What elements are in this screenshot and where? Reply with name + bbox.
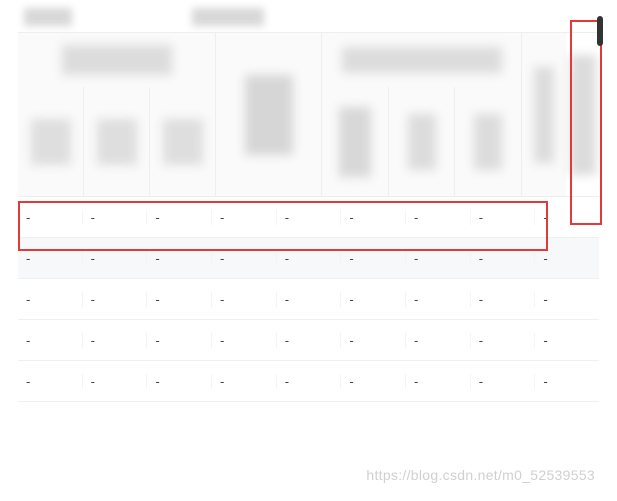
- col-header: [163, 119, 203, 165]
- table-cell: -: [535, 333, 599, 348]
- table-cell: -: [535, 374, 599, 389]
- table-row[interactable]: ---------: [18, 361, 599, 402]
- table-cell: -: [471, 251, 536, 266]
- table-cell: -: [341, 251, 406, 266]
- col-header-single: [245, 75, 293, 155]
- data-table: ----------------------------------------…: [18, 32, 599, 402]
- table-cell: -: [147, 251, 212, 266]
- table-cell: -: [277, 251, 342, 266]
- col-header: [31, 119, 71, 165]
- col-group-header-2: [342, 47, 502, 73]
- table-cell: -: [277, 374, 342, 389]
- table-cell: -: [471, 333, 536, 348]
- table-row[interactable]: ---------: [18, 197, 599, 238]
- table-cell: -: [535, 292, 599, 307]
- table-cell: -: [147, 374, 212, 389]
- col-header: [408, 114, 436, 170]
- vertical-scrollbar[interactable]: [597, 16, 603, 46]
- table-cell: -: [212, 333, 277, 348]
- table-cell: -: [406, 333, 471, 348]
- table-cell: -: [277, 292, 342, 307]
- table-cell: -: [406, 374, 471, 389]
- table-cell: -: [535, 210, 599, 225]
- watermark-text: https://blog.csdn.net/m0_52539553: [366, 467, 595, 483]
- table-cell: -: [406, 292, 471, 307]
- table-row[interactable]: ---------: [18, 320, 599, 361]
- content-area: ----------------------------------------…: [0, 0, 617, 410]
- header-blur-1: [24, 8, 72, 26]
- table-cell: -: [212, 210, 277, 225]
- table-cell: -: [18, 210, 83, 225]
- table-cell: -: [212, 292, 277, 307]
- table-cell: -: [406, 210, 471, 225]
- table-cell: -: [83, 374, 148, 389]
- table-cell: -: [18, 251, 83, 266]
- table-cell: -: [83, 251, 148, 266]
- table-cell: -: [18, 292, 83, 307]
- table-cell: -: [535, 251, 599, 266]
- header-blur-2: [192, 8, 264, 26]
- col-header: [534, 67, 554, 163]
- table-cell: -: [277, 210, 342, 225]
- table-cell: -: [341, 292, 406, 307]
- col-group-header-1: [62, 45, 172, 75]
- table-cell: -: [18, 374, 83, 389]
- table-cell: -: [341, 374, 406, 389]
- table-cell: -: [147, 333, 212, 348]
- table-body: ----------------------------------------…: [18, 197, 599, 402]
- table-cell: -: [406, 251, 471, 266]
- table-cell: -: [341, 210, 406, 225]
- table-cell: -: [471, 374, 536, 389]
- table-cell: -: [277, 333, 342, 348]
- table-cell: -: [212, 374, 277, 389]
- table-cell: -: [83, 210, 148, 225]
- col-header: [339, 107, 371, 177]
- col-header: [97, 119, 137, 165]
- table-row[interactable]: ---------: [18, 238, 599, 279]
- table-row[interactable]: ---------: [18, 279, 599, 320]
- col-header: [474, 114, 502, 170]
- table-cell: -: [83, 292, 148, 307]
- table-cell: -: [471, 292, 536, 307]
- header-section: [18, 8, 599, 26]
- table-cell: -: [471, 210, 536, 225]
- table-cell: -: [341, 333, 406, 348]
- col-header-extra: [570, 55, 596, 175]
- table-header: [18, 32, 599, 197]
- table-cell: -: [18, 333, 83, 348]
- table-cell: -: [147, 292, 212, 307]
- table-cell: -: [147, 210, 212, 225]
- table-cell: -: [83, 333, 148, 348]
- table-cell: -: [212, 251, 277, 266]
